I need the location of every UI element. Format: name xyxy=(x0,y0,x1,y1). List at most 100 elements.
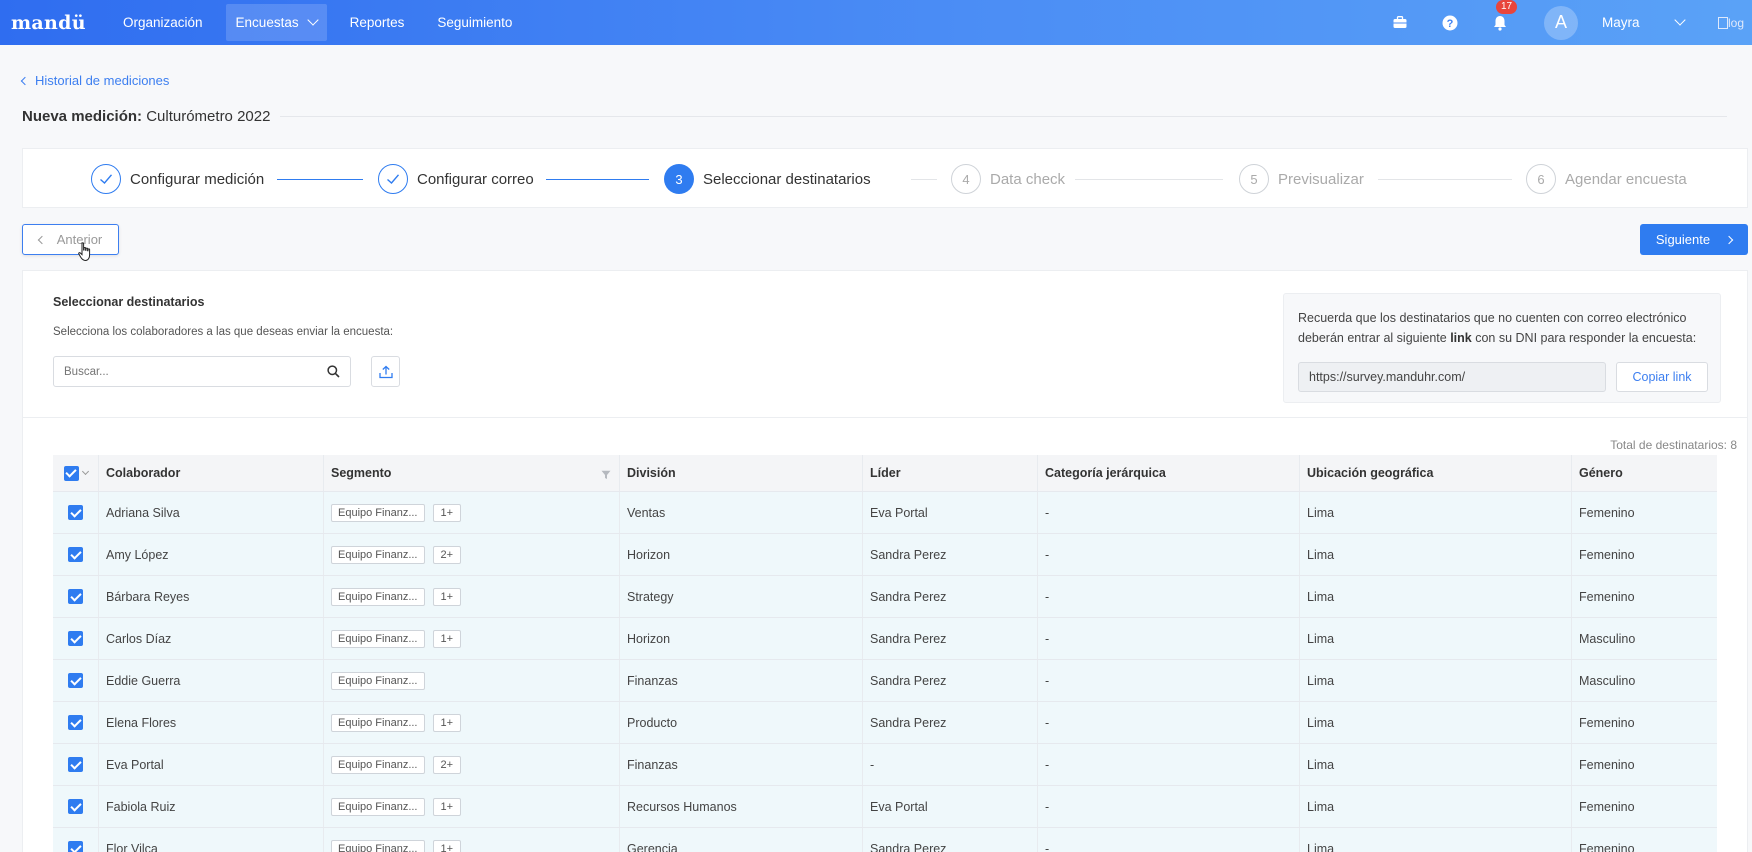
row-checkbox[interactable] xyxy=(68,799,83,814)
segment-tag[interactable]: Equipo Finanz... xyxy=(331,671,425,690)
copy-link-button[interactable]: Copiar link xyxy=(1616,362,1708,392)
segment-tag[interactable]: Equipo Finanz... xyxy=(331,587,425,606)
cell-ubicacion: Lima xyxy=(1300,576,1572,617)
step-label: Configurar correo xyxy=(417,170,534,188)
step-agendar-encuesta[interactable]: 6 Agendar encuesta xyxy=(1526,164,1687,194)
table-row[interactable]: Amy López Equipo Finanz... 2+ Horizon Sandra… xyxy=(53,534,1717,576)
upload-button[interactable] xyxy=(371,356,400,387)
segment-more-tag[interactable]: 1+ xyxy=(432,587,462,606)
nav-encuestas[interactable]: Encuestas xyxy=(225,4,327,41)
survey-link-info-box: Recuerda que los destinatarios que no cu… xyxy=(1283,293,1721,403)
row-select-cell[interactable] xyxy=(53,534,99,575)
step-connector xyxy=(1378,179,1512,180)
table-row[interactable]: Bárbara Reyes Equipo Finanz... 1+ Strategy S… xyxy=(53,576,1717,618)
app-logo[interactable]: mandü xyxy=(11,12,113,34)
recipients-table: Colaborador Segmento División Líder Cate… xyxy=(53,455,1717,852)
cell-genero: Femenino xyxy=(1579,547,1635,562)
step-connector xyxy=(911,179,937,180)
segment-more-tag[interactable]: 1+ xyxy=(432,629,462,648)
column-header-segmento[interactable]: Segmento xyxy=(324,455,620,491)
step-label: Configurar medición xyxy=(130,170,265,188)
step-previsualizar[interactable]: 5 Previsualizar xyxy=(1239,164,1364,194)
select-all-checkbox[interactable] xyxy=(63,465,79,481)
filter-icon[interactable] xyxy=(601,469,611,483)
bell-icon[interactable]: 17 xyxy=(1492,0,1518,31)
chevron-right-icon xyxy=(1724,235,1734,244)
row-select-cell[interactable] xyxy=(53,492,99,533)
search-input-wrapper[interactable] xyxy=(53,356,351,387)
row-select-cell[interactable] xyxy=(53,660,99,701)
segment-more-tag[interactable]: 1+ xyxy=(432,713,462,732)
table-row[interactable]: Eva Portal Equipo Finanz... 2+ Finanzas - - Li… xyxy=(53,744,1717,786)
column-header[interactable]: Ubicación geográfica xyxy=(1300,455,1572,491)
row-select-cell[interactable] xyxy=(53,702,99,743)
page-title-value: Culturómetro 2022 xyxy=(146,108,271,125)
segment-tag[interactable]: Equipo Finanz... xyxy=(331,545,425,564)
chevron-down-icon[interactable] xyxy=(1674,13,1686,26)
row-checkbox[interactable] xyxy=(68,673,83,688)
nav-reportes[interactable]: Reportes xyxy=(340,4,415,41)
step-seleccionar-destinatarios[interactable]: 3 Seleccionar destinatarios xyxy=(664,164,871,194)
chevron-down-icon xyxy=(306,13,319,26)
table-row[interactable]: Eddie Guerra Equipo Finanz... Finanzas Sand… xyxy=(53,660,1717,702)
step-data-check[interactable]: 4 Data check xyxy=(951,164,1065,194)
chevron-down-icon[interactable] xyxy=(81,467,89,476)
row-select-cell[interactable] xyxy=(53,786,99,827)
next-button[interactable]: Siguiente xyxy=(1640,224,1748,255)
column-header[interactable]: División xyxy=(620,455,863,491)
row-checkbox[interactable] xyxy=(68,589,83,604)
row-select-cell[interactable] xyxy=(53,576,99,617)
segment-more-tag[interactable]: 2+ xyxy=(432,755,462,774)
step-connector xyxy=(277,179,363,180)
user-name[interactable]: Mayra xyxy=(1602,15,1672,30)
row-select-cell[interactable] xyxy=(53,828,99,852)
select-all-cell[interactable] xyxy=(53,455,99,491)
row-checkbox[interactable] xyxy=(68,715,83,730)
table-row[interactable]: Adriana Silva Equipo Finanz... 1+ Ventas Eva… xyxy=(53,492,1717,534)
row-checkbox[interactable] xyxy=(68,505,83,520)
segment-tag[interactable]: Equipo Finanz... xyxy=(331,713,425,732)
table-row[interactable]: Elena Flores Equipo Finanz... 1+ Producto Sa… xyxy=(53,702,1717,744)
breadcrumb-back-link[interactable]: Historial de mediciones xyxy=(20,73,169,88)
step-connector xyxy=(1075,179,1223,180)
briefcase-icon[interactable] xyxy=(1392,15,1408,31)
avatar[interactable]: A xyxy=(1544,5,1578,40)
segment-tag[interactable]: Equipo Finanz... xyxy=(331,755,425,774)
column-header[interactable]: Colaborador xyxy=(99,455,324,491)
row-select-cell[interactable] xyxy=(53,744,99,785)
column-header[interactable]: Líder xyxy=(863,455,1038,491)
segment-more-tag[interactable]: 2+ xyxy=(432,545,462,564)
segment-more-tag[interactable]: 1+ xyxy=(432,797,462,816)
segment-tag[interactable]: Equipo Finanz... xyxy=(331,503,425,522)
table-row[interactable]: Carlos Díaz Equipo Finanz... 1+ Horizon Sand… xyxy=(53,618,1717,660)
row-checkbox[interactable] xyxy=(68,841,83,852)
recipients-panel: Seleccionar destinatarios Selecciona los… xyxy=(22,270,1748,852)
column-header[interactable]: Género xyxy=(1572,455,1717,491)
segment-more-tag[interactable]: 1+ xyxy=(432,503,462,522)
help-icon[interactable]: ? xyxy=(1442,15,1458,31)
row-checkbox[interactable] xyxy=(68,547,83,562)
row-checkbox[interactable] xyxy=(68,757,83,772)
segment-tag[interactable]: Equipo Finanz... xyxy=(331,839,425,852)
previous-button[interactable]: Anterior xyxy=(22,224,119,255)
column-header[interactable]: Categoría jerárquica xyxy=(1038,455,1300,491)
nav-seguimiento[interactable]: Seguimiento xyxy=(427,4,522,41)
step-configurar-medicion[interactable]: Configurar medición xyxy=(91,164,264,194)
row-checkbox[interactable] xyxy=(68,631,83,646)
step-configurar-correo[interactable]: Configurar correo xyxy=(378,164,534,194)
search-icon[interactable] xyxy=(327,365,340,381)
segment-tag[interactable]: Equipo Finanz... xyxy=(331,797,425,816)
cell-colaborador: Eddie Guerra xyxy=(99,660,324,701)
table-row[interactable]: Fabiola Ruiz Equipo Finanz... 1+ Recursos H… xyxy=(53,786,1717,828)
page-title: Nueva medición: Culturómetro 2022 xyxy=(22,108,270,125)
nav-organizacion-label: Organización xyxy=(123,15,203,30)
cell-ubicacion: Lima xyxy=(1300,786,1572,827)
nav-organizacion[interactable]: Organización xyxy=(113,4,213,41)
row-select-cell[interactable] xyxy=(53,618,99,659)
segment-more-tag[interactable]: 1+ xyxy=(432,839,462,852)
segment-tag[interactable]: Equipo Finanz... xyxy=(331,629,425,648)
step-label: Agendar encuesta xyxy=(1565,170,1687,188)
table-row[interactable]: Flor Vilca Equipo Finanz... 1+ Gerencia Sand… xyxy=(53,828,1717,852)
survey-link-field[interactable]: https://survey.manduhr.com/ xyxy=(1298,362,1606,392)
search-input[interactable] xyxy=(64,365,319,378)
